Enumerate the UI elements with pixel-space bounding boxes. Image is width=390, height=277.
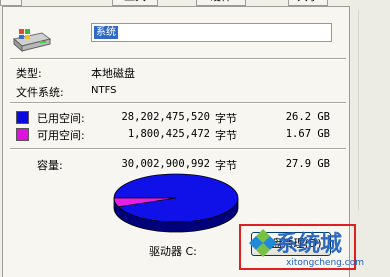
watermark-logo-icon xyxy=(249,229,277,257)
free-space-swatch xyxy=(16,128,29,141)
free-space-unit: 字节 xyxy=(215,129,237,142)
divider xyxy=(10,58,346,60)
type-value: 本地磁盘 xyxy=(91,67,135,80)
free-space-label: 可用空间: xyxy=(37,129,85,142)
used-space-unit: 字节 xyxy=(215,112,237,125)
window-edge xyxy=(351,0,390,277)
used-space-bytes: 28,202,475,520 xyxy=(121,111,210,123)
free-space-size: 1.67 GB xyxy=(285,128,330,140)
filesystem-label: 文件系统: xyxy=(16,86,64,99)
divider xyxy=(10,102,346,104)
used-space-label: 已用空间: xyxy=(37,112,85,125)
watermark-text: 系统城 xyxy=(276,232,343,257)
capacity-label: 容量: xyxy=(37,159,63,172)
volume-name-input[interactable]: 系统 xyxy=(91,23,332,42)
used-space-size: 26.2 GB xyxy=(285,111,330,123)
capacity-bytes: 30,002,900,992 xyxy=(121,158,210,170)
used-space-swatch xyxy=(16,111,29,124)
watermark-url: xitongcheng.com xyxy=(286,258,364,268)
divider xyxy=(10,148,346,150)
disk-usage-pie xyxy=(113,173,239,233)
type-label: 类型: xyxy=(16,67,42,80)
volume-name-value: 系统 xyxy=(94,26,118,39)
filesystem-value: NTFS xyxy=(91,85,117,96)
free-space-bytes: 1,800,425,472 xyxy=(127,128,210,140)
divider xyxy=(358,10,359,210)
drive-letter-label: 驱动器 C: xyxy=(149,245,197,258)
capacity-size: 27.9 GB xyxy=(285,158,330,170)
capacity-unit: 字节 xyxy=(215,159,237,172)
hard-drive-icon xyxy=(12,29,52,53)
